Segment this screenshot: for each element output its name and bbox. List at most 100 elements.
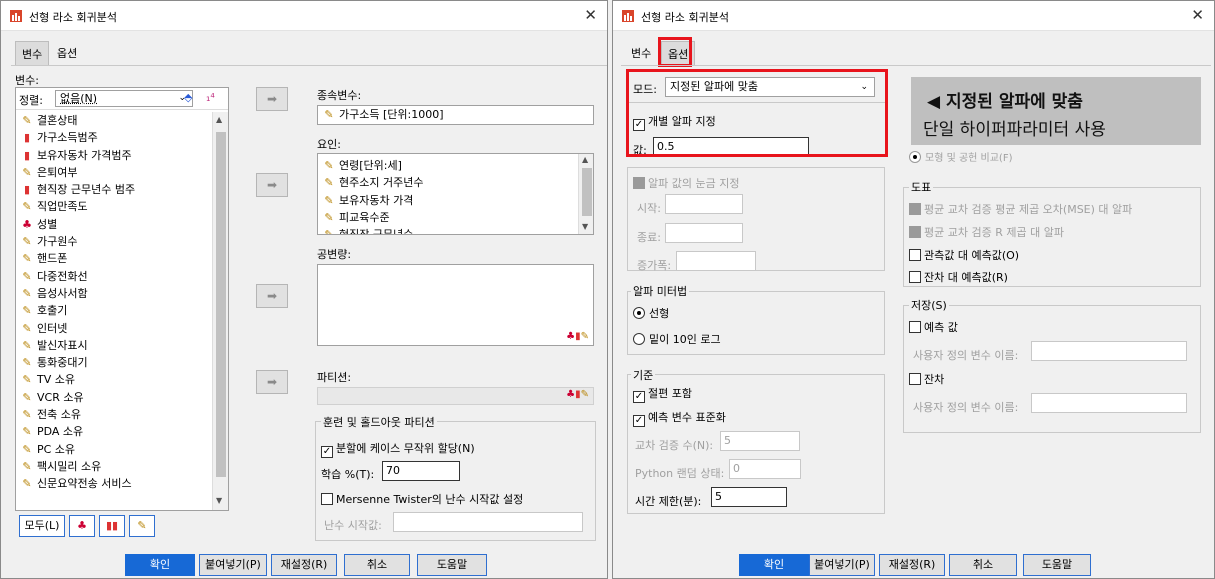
cancel-button[interactable]: 취소 <box>949 554 1017 576</box>
save-resid-checkbox[interactable]: 잔차 <box>909 371 944 387</box>
list-item[interactable]: ✎ PDA 소유 <box>16 423 212 440</box>
list-item[interactable]: ✎ 은퇴여부 <box>16 164 212 181</box>
list-item[interactable]: ✎ VCR 소유 <box>16 389 212 406</box>
ok-button[interactable]: 확인 <box>125 554 195 576</box>
mersenne-label: Mersenne Twister의 난수 시작값 설정 <box>336 493 524 506</box>
close-icon[interactable]: ✕ <box>584 6 597 24</box>
metric-log-radio[interactable]: 밑이 10인 로그 <box>633 331 721 347</box>
dependent-field[interactable]: ✎ 가구소득 [단위:1000] <box>317 105 594 125</box>
mersenne-checkbox[interactable]: Mersenne Twister의 난수 시작값 설정 <box>321 491 523 507</box>
random-assign-checkbox[interactable]: ✓ 분할에 케이스 무작위 할당(N) <box>321 440 475 458</box>
list-item[interactable]: ✎ 현직장 근무년수 <box>318 226 593 234</box>
tab-variables[interactable]: 변수 <box>15 41 50 65</box>
tab-variables[interactable]: 변수 <box>625 41 657 65</box>
python-state-input[interactable]: 0 <box>729 459 801 479</box>
reset-button[interactable]: 재설정(R) <box>879 554 945 576</box>
close-icon[interactable]: ✕ <box>1191 6 1204 24</box>
sort-numeric-icon[interactable]: ₁⁴ <box>206 91 215 104</box>
scroll-up-icon[interactable]: ▲ <box>216 115 222 124</box>
list-item[interactable]: ✎ TV 소유 <box>16 371 212 388</box>
move-dependent-arrow-button[interactable]: ➡ <box>256 87 288 111</box>
factors-scrollbar[interactable]: ▲ ▼ <box>578 154 593 234</box>
list-item[interactable]: ✎ 발신자표시 <box>16 337 212 354</box>
partition-field[interactable]: ♣▮✎ <box>317 387 594 405</box>
list-item[interactable]: ✎ 핸드폰 <box>16 250 212 267</box>
move-covariates-arrow-button[interactable]: ➡ <box>256 284 288 308</box>
compare-models-radio[interactable]: 모형 및 공헌 비교(F) <box>909 149 1013 164</box>
time-limit-input[interactable]: 5 <box>711 487 787 507</box>
paste-button[interactable]: 붙여넣기(P) <box>199 554 267 576</box>
save-pred-name-input[interactable] <box>1031 341 1187 361</box>
pencil-icon: ✎ <box>22 356 32 370</box>
list-item[interactable]: ✎ 결혼상태 <box>16 112 212 129</box>
source-variable-list[interactable]: 정렬: 없음(N) ⌄ ⬘ ₁⁴ ✎ 결혼상태 ▮ 가구소득범주 ▮ 보유자동차 가격범주… <box>15 87 229 511</box>
list-item[interactable]: ▮ 현직장 근무년수 범주 <box>16 181 212 198</box>
grid-step-input[interactable] <box>676 251 756 271</box>
variable-label: 결혼상태 <box>37 114 78 127</box>
tab-options[interactable]: 옵션 <box>51 41 83 65</box>
filter-ordinal-button[interactable]: ▮▮ <box>99 515 125 537</box>
filter-all-button[interactable]: 모두(L) <box>19 515 65 537</box>
variable-label: 성별 <box>37 217 58 231</box>
save-pred-checkbox[interactable]: 예측 값 <box>909 319 958 335</box>
grid-start-input[interactable] <box>665 194 743 214</box>
scroll-up-icon[interactable]: ▲ <box>582 155 588 164</box>
list-item[interactable]: ✎ 인터넷 <box>16 320 212 337</box>
plot-r2-checkbox[interactable]: 평균 교차 검증 R 제곱 대 알파 <box>909 224 1064 240</box>
filter-scale-button[interactable]: ✎ <box>129 515 155 537</box>
metric-linear-radio[interactable]: 선형 <box>633 305 669 321</box>
list-item[interactable]: ✎ 전축 소유 <box>16 406 212 423</box>
scroll-thumb[interactable] <box>216 132 226 477</box>
covariates-label: 공변량: <box>317 248 352 261</box>
list-item[interactable]: ✎ 다중전화선 <box>16 268 212 285</box>
list-item[interactable]: ▮ 보유자동차 가격범주 <box>16 147 212 164</box>
list-item[interactable]: ✎ 피교육수준 <box>318 209 593 226</box>
grid-end-input[interactable] <box>665 223 743 243</box>
factors-list[interactable]: ✎ 연령[단위:세] ✎ 현주소지 거주년수 ✎ 보유자동차 가격 ✎ 피교육수준 ✎ 현직장 근… <box>317 153 594 235</box>
move-factors-arrow-button[interactable]: ➡ <box>256 173 288 197</box>
sort-order-icon[interactable]: ⬘ <box>184 91 192 104</box>
list-item[interactable]: ♣ 성별 <box>16 216 212 233</box>
cv-folds-input[interactable]: 5 <box>720 431 800 451</box>
list-item[interactable]: ✎ 직업만족도 <box>16 198 212 215</box>
save-resid-name-input[interactable] <box>1031 393 1187 413</box>
train-percent-input[interactable]: 70 <box>382 461 460 481</box>
variable-label: 다중전화선 <box>37 269 88 283</box>
list-item[interactable]: ✎ PC 소유 <box>16 441 212 458</box>
list-item[interactable]: ✎ 신문요약전송 서비스 <box>16 475 212 492</box>
standardize-checkbox[interactable]: ✓ 예측 변수 표준화 <box>633 409 726 427</box>
variable-list-scrollbar[interactable]: ▲ ▼ <box>212 112 228 510</box>
help-button[interactable]: 도움말 <box>417 554 487 576</box>
scroll-down-icon[interactable]: ▼ <box>582 222 588 231</box>
list-item[interactable]: ✎ 통화중대기 <box>16 354 212 371</box>
cancel-button[interactable]: 취소 <box>344 554 410 576</box>
filter-nominal-button[interactable]: ♣ <box>69 515 95 537</box>
include-intercept-checkbox[interactable]: ✓ 절편 포함 <box>633 385 692 403</box>
list-item[interactable]: ✎ 팩시밀리 소유 <box>16 458 212 475</box>
scroll-thumb[interactable] <box>582 168 592 216</box>
list-item[interactable]: ✎ 가구원수 <box>16 233 212 250</box>
covariates-list[interactable]: ♣▮✎ <box>317 264 594 346</box>
dependent-label: 종속변수: <box>317 89 362 102</box>
move-partition-arrow-button[interactable]: ➡ <box>256 370 288 394</box>
list-item[interactable]: ✎ 현주소지 거주년수 <box>318 174 593 191</box>
list-item[interactable]: ✎ 호출기 <box>16 302 212 319</box>
tab-divider <box>11 65 607 66</box>
list-item[interactable]: ▮ 가구소득범주 <box>16 129 212 146</box>
app-icon <box>622 10 634 22</box>
alpha-grid-checkbox[interactable]: 알파 값의 눈금 지정 <box>633 175 739 191</box>
plot-observed-checkbox[interactable]: 관측값 대 예측값(O) <box>909 247 1019 263</box>
ok-button[interactable]: 확인 <box>739 554 809 576</box>
plot-mse-checkbox[interactable]: 평균 교차 검증 평균 제곱 오차(MSE) 대 알파 <box>909 201 1132 217</box>
title-bar: 선형 라소 회귀분석 ✕ <box>613 1 1214 31</box>
paste-button[interactable]: 붙여넣기(P) <box>809 554 875 576</box>
scroll-down-icon[interactable]: ▼ <box>216 496 222 505</box>
seed-input[interactable] <box>393 512 583 532</box>
reset-button[interactable]: 재설정(R) <box>271 554 337 576</box>
list-item[interactable]: ✎ 음성사서함 <box>16 285 212 302</box>
list-item[interactable]: ✎ 보유자동차 가격 <box>318 192 593 209</box>
sort-select[interactable]: 없음(N) ⌄ <box>55 90 193 107</box>
plot-residual-checkbox[interactable]: 잔차 대 예측값(R) <box>909 269 1008 285</box>
help-button[interactable]: 도움말 <box>1023 554 1091 576</box>
list-item[interactable]: ✎ 연령[단위:세] <box>318 157 593 174</box>
